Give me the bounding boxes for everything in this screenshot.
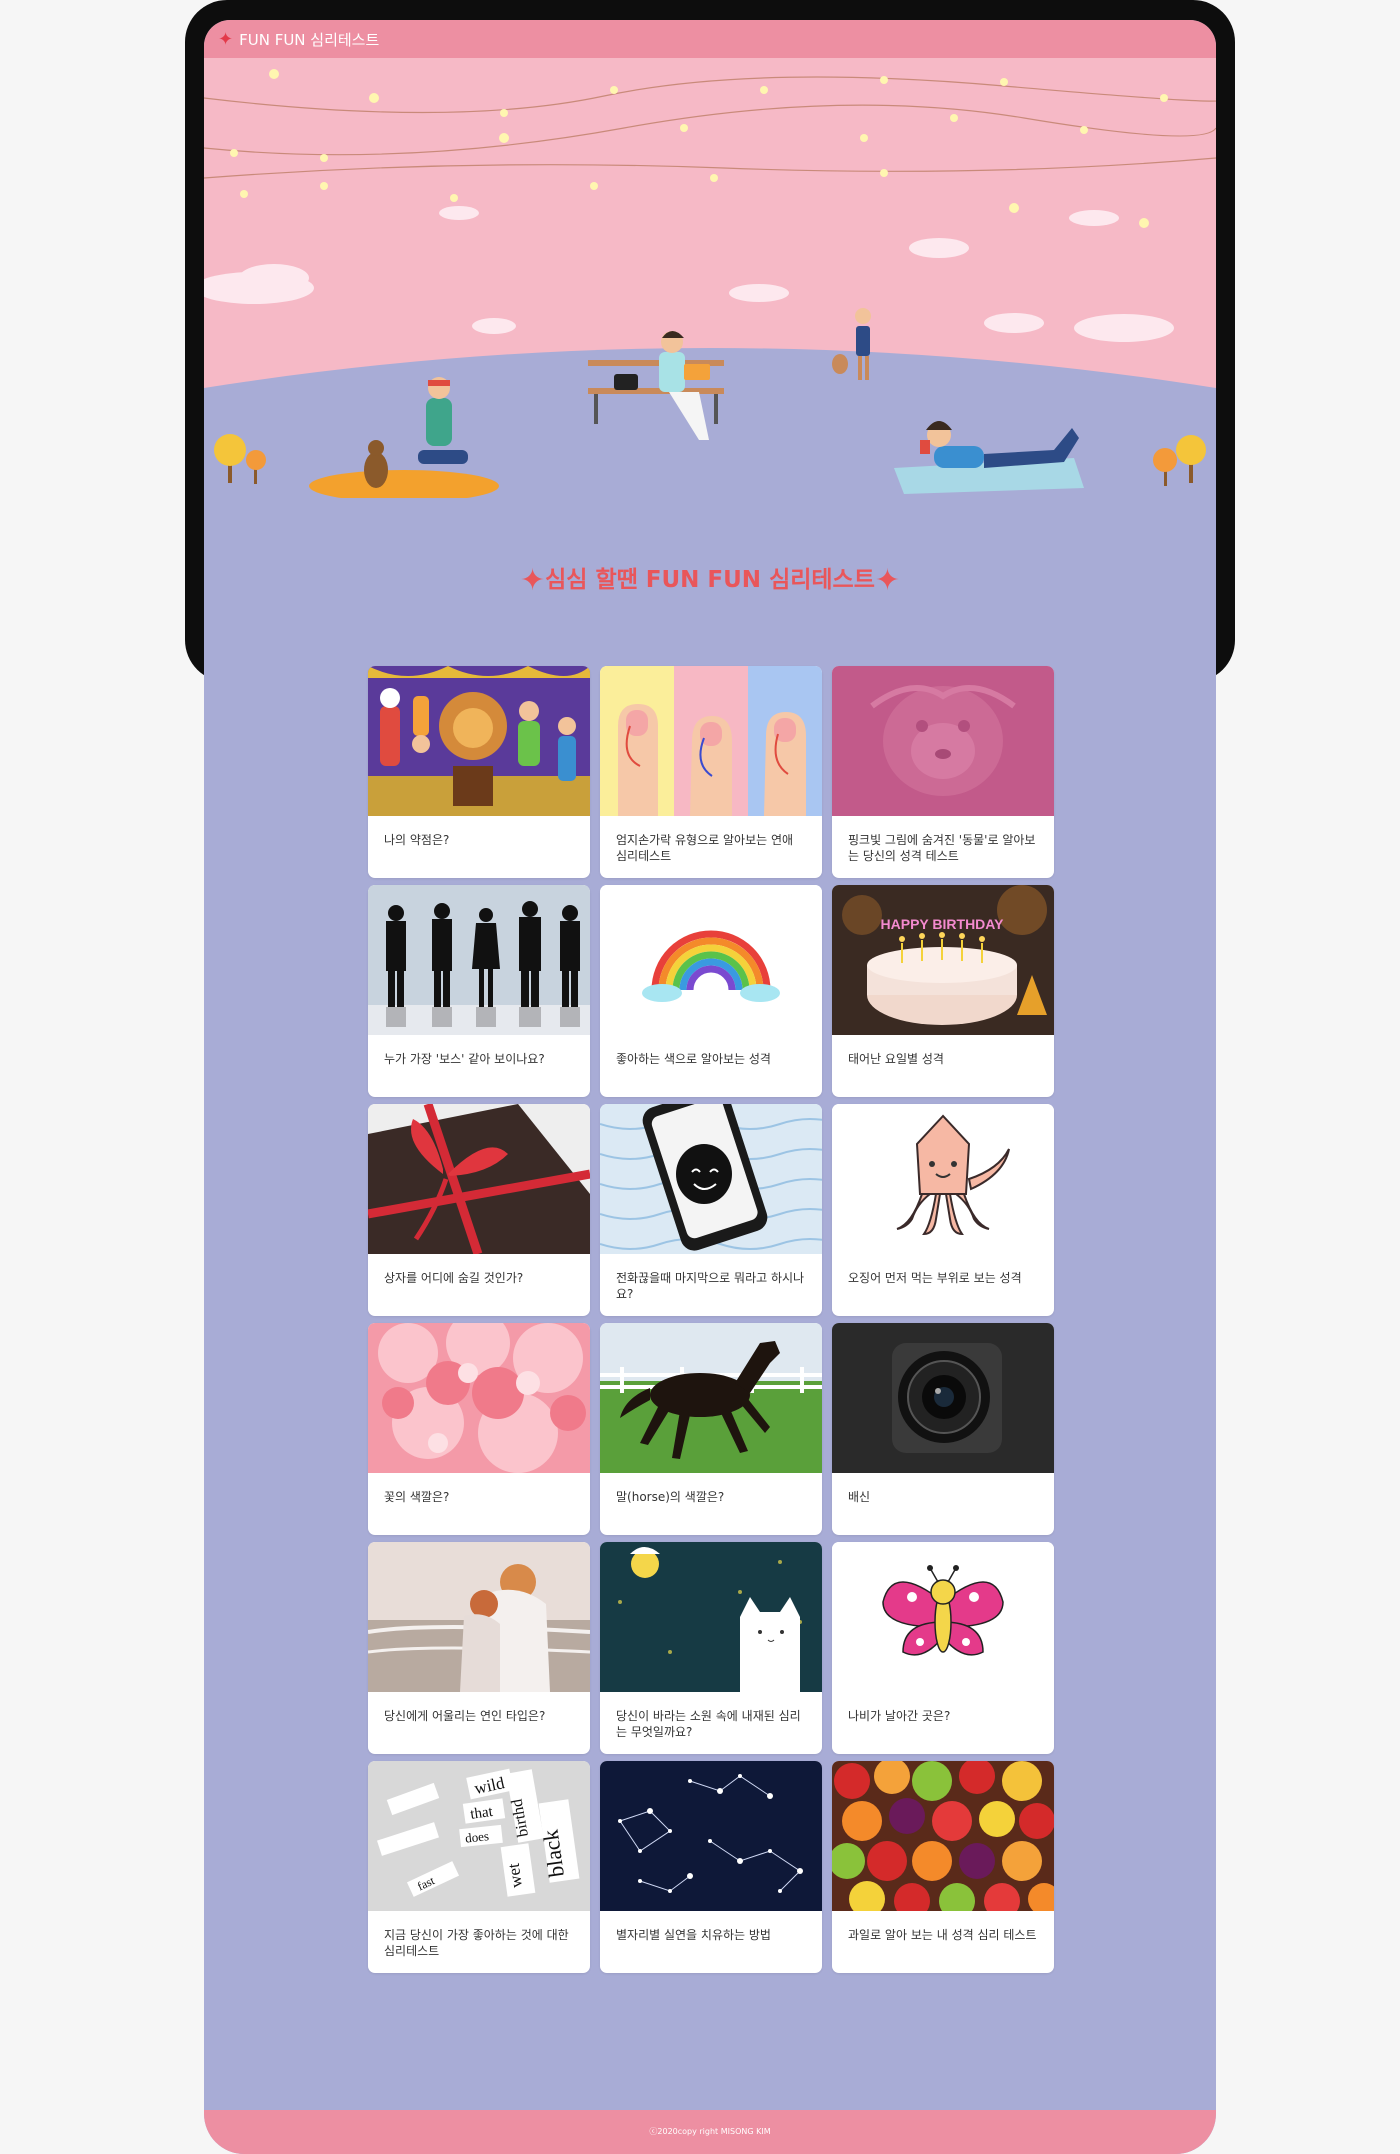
park-scene-illustration <box>204 69 1216 498</box>
test-card[interactable]: 좋아하는 색으로 알아보는 성격 <box>600 885 822 1097</box>
test-card[interactable]: 과일로 알아 보는 내 성격 심리 테스트 <box>832 1761 1054 1973</box>
hero-illustration <box>204 58 1216 498</box>
birthday-cake-photo: HAPPY BIRTHDAY <box>832 885 1054 1035</box>
test-card[interactable]: 나비가 날아간 곳은? <box>832 1542 1054 1754</box>
thumbs-illustration <box>600 666 822 816</box>
test-title[interactable]: 지금 당신이 가장 좋아하는 것에 대한 심리테스트 <box>368 1911 590 1959</box>
cat-moon-illustration <box>600 1542 822 1692</box>
test-card[interactable]: 꽃의 색깔은? <box>368 1323 590 1535</box>
bulbs <box>230 69 1168 228</box>
magnet-word: wet <box>504 1862 526 1889</box>
butterfly-illustration <box>832 1542 1054 1692</box>
test-card[interactable]: 나의 약점은? <box>368 666 590 878</box>
test-card[interactable]: 누가 가장 '보스' 같아 보이나요? <box>368 885 590 1097</box>
test-title[interactable]: 상자를 어디에 숨길 것인가? <box>368 1254 590 1286</box>
circus-illustration <box>368 666 590 816</box>
pink-hidden-animal <box>832 666 1054 816</box>
test-card[interactable]: wild that does birthd black wet fast 지금 … <box>368 1761 590 1973</box>
copyright-text: ⓒ2020copy right MISONG KIM <box>649 2127 771 2136</box>
magnet-word: does <box>464 1828 489 1845</box>
squid-illustration <box>832 1104 1054 1254</box>
test-card[interactable]: 당신에게 어울리는 연인 타입은? <box>368 1542 590 1754</box>
test-card[interactable]: 당신이 바라는 소원 속에 내재된 심리는 무엇일까요? <box>600 1542 822 1754</box>
sparkle-icon: ✦ <box>874 563 901 598</box>
horse-photo <box>600 1323 822 1473</box>
test-card[interactable]: 별자리별 실연을 치유하는 방법 <box>600 1761 822 1973</box>
test-card[interactable]: HAPPY BIRTHDAY 태어난 요일별 성격 <box>832 885 1054 1097</box>
test-card[interactable]: 배신 <box>832 1323 1054 1535</box>
gift-box-photo <box>368 1104 590 1254</box>
constellation-photo <box>600 1761 822 1911</box>
pink-flower-photo <box>368 1323 590 1473</box>
test-title[interactable]: 좋아하는 색으로 알아보는 성격 <box>600 1035 822 1067</box>
headline: ✦심심 할땐 FUN FUN 심리테스트✦ <box>204 560 1216 598</box>
clouds <box>204 206 1174 342</box>
phone-smile-illustration <box>600 1104 822 1254</box>
test-card-grid: 나의 약점은? 엄지손가락 유형으로 알아보는 연애 심리테스트 핑크빛 그림에… <box>368 666 1054 1973</box>
camera-lens-photo <box>832 1323 1054 1473</box>
footer: ⓒ2020copy right MISONG KIM <box>204 2110 1216 2154</box>
test-card[interactable]: 오징어 먼저 먹는 부위로 보는 성격 <box>832 1104 1054 1316</box>
sparkle-icon: ✦ <box>519 563 546 598</box>
app-title[interactable]: FUN FUN 심리테스트 <box>239 29 379 50</box>
test-title[interactable]: 당신이 바라는 소원 속에 내재된 심리는 무엇일까요? <box>600 1692 822 1740</box>
app-screen: ✦ FUN FUN 심리테스트 ✦심심 할땐 FUN FUN 심리테스트✦ 나의… <box>204 20 1216 2154</box>
magnet-word: that <box>469 1804 494 1823</box>
test-card[interactable]: 핑크빛 그림에 숨겨진 '동물'로 알아보는 당신의 성격 테스트 <box>832 666 1054 878</box>
test-title[interactable]: 별자리별 실연을 치유하는 방법 <box>600 1911 822 1943</box>
test-card[interactable]: 엄지손가락 유형으로 알아보는 연애 심리테스트 <box>600 666 822 878</box>
fruits-photo <box>832 1761 1054 1911</box>
couple-photo <box>368 1542 590 1692</box>
test-title[interactable]: 엄지손가락 유형으로 알아보는 연애 심리테스트 <box>600 816 822 864</box>
test-title[interactable]: 나의 약점은? <box>368 816 590 848</box>
test-card[interactable]: 전화끊을때 마지막으로 뭐라고 하시나요? <box>600 1104 822 1316</box>
string-lights <box>204 76 1216 179</box>
test-title[interactable]: 당신에게 어울리는 연인 타입은? <box>368 1692 590 1724</box>
test-title[interactable]: 배신 <box>832 1473 1054 1505</box>
rainbow-icon <box>600 885 822 1035</box>
test-title[interactable]: 누가 가장 '보스' 같아 보이나요? <box>368 1035 590 1067</box>
test-title[interactable]: 핑크빛 그림에 숨겨진 '동물'로 알아보는 당신의 성격 테스트 <box>832 816 1054 864</box>
test-card[interactable]: 상자를 어디에 숨길 것인가? <box>368 1104 590 1316</box>
test-title[interactable]: 꽃의 색깔은? <box>368 1473 590 1505</box>
test-title[interactable]: 전화끊을때 마지막으로 뭐라고 하시나요? <box>600 1254 822 1302</box>
silhouettes-photo <box>368 885 590 1035</box>
word-magnets-photo: wild that does birthd black wet fast <box>368 1761 590 1911</box>
headline-text: 심심 할땐 FUN FUN 심리테스트 <box>545 567 875 593</box>
test-title[interactable]: 말(horse)의 색깔은? <box>600 1473 822 1505</box>
test-title[interactable]: 태어난 요일별 성격 <box>832 1035 1054 1067</box>
star-icon: ✦ <box>218 28 234 50</box>
test-title[interactable]: 오징어 먼저 먹는 부위로 보는 성격 <box>832 1254 1054 1286</box>
cake-text: HAPPY BIRTHDAY <box>881 916 1005 932</box>
top-bar: ✦ FUN FUN 심리테스트 <box>204 20 1216 58</box>
test-card[interactable]: 말(horse)의 색깔은? <box>600 1323 822 1535</box>
test-title[interactable]: 과일로 알아 보는 내 성격 심리 테스트 <box>832 1911 1054 1943</box>
test-title[interactable]: 나비가 날아간 곳은? <box>832 1692 1054 1724</box>
